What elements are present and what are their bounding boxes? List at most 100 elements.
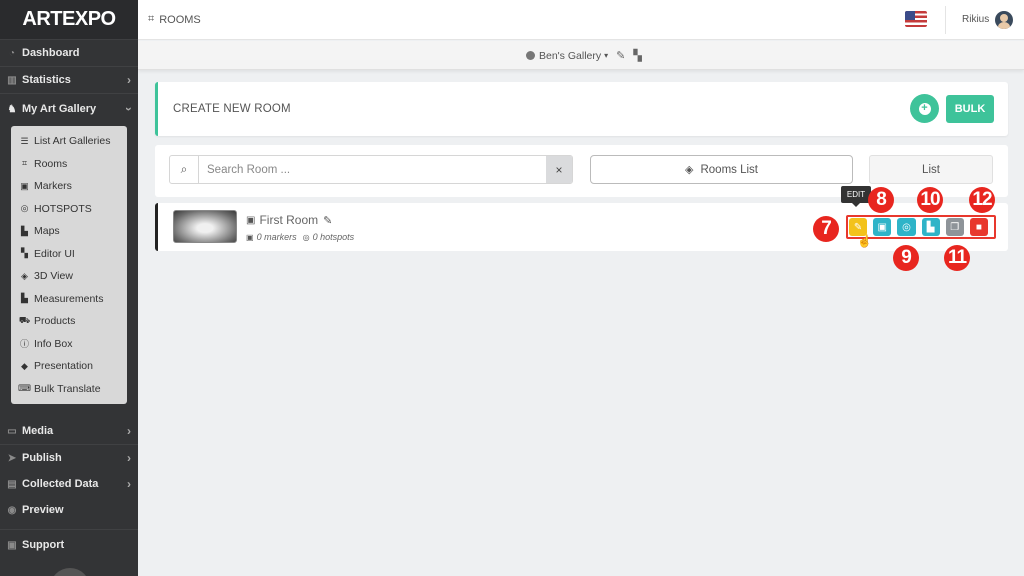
hotspots-button[interactable]: ◎ [897, 218, 916, 236]
gallery-selected-label: Ben's Gallery [539, 49, 602, 62]
sidebar-item-label: Dashboard [22, 47, 80, 59]
target-icon: ◎ [902, 221, 911, 233]
sidebar-collapse-handle[interactable] [50, 568, 90, 576]
chevron-right-icon: › [127, 477, 131, 491]
sidebar-item-my-art-gallery[interactable]: ♞ My Art Gallery › [0, 94, 138, 124]
us-flag-icon[interactable] [905, 11, 927, 27]
sidebar-item-label: Statistics [22, 74, 71, 86]
submenu-label: HOTSPOTS [34, 202, 92, 215]
caret-down-icon: ▾ [604, 51, 609, 60]
markers-count: 0 markers [256, 232, 297, 242]
username[interactable]: Rikius [962, 14, 989, 25]
list-icon: ☰ [20, 135, 29, 146]
sidebar-item-publish[interactable]: ➤ Publish › [0, 445, 138, 471]
duplicate-room-button[interactable]: ❐ [945, 218, 964, 236]
measurements-button[interactable]: ▙ [921, 218, 940, 236]
hotspots-count: 0 hotspots [312, 232, 355, 242]
add-room-button[interactable]: + [910, 94, 939, 123]
dashboard-icon: ◔ [8, 47, 16, 59]
search-box: ⌕ × [169, 155, 573, 184]
breadcrumb-label: ROOMS [159, 13, 201, 26]
submenu-label: Maps [34, 225, 60, 238]
submenu-label: List Art Galleries [34, 135, 111, 148]
chevron-down-icon: › [122, 107, 136, 111]
submenu-label: Products [34, 315, 76, 328]
editor-icon[interactable]: ▚ [633, 49, 641, 62]
rooms-list-button[interactable]: ◈ Rooms List [590, 155, 853, 184]
submenu-item-rooms[interactable]: ⌗ Rooms [11, 153, 127, 176]
clear-search-button[interactable]: × [546, 156, 572, 183]
edit-icon: ✎ [853, 221, 863, 233]
bar-chart-icon: ▥ [7, 74, 17, 86]
support-icon: ▣ [7, 539, 17, 551]
layers-icon: ◈ [685, 164, 694, 176]
app-logo[interactable]: ARTEXPO [0, 0, 138, 40]
pencil-icon[interactable]: ✎ [323, 214, 332, 227]
markers-button[interactable]: ▣ [873, 218, 892, 236]
marker-icon: ▣ [877, 221, 887, 233]
sidebar-item-collected-data[interactable]: ▤ Collected Data › [0, 471, 138, 497]
delete-room-button[interactable]: ■ [969, 218, 989, 236]
submenu-item-markers[interactable]: ▣ Markers [11, 175, 127, 198]
gallery-selector[interactable]: Ben's Gallery ▾ ✎ ▚ [526, 49, 642, 62]
gallery-dot-icon [526, 51, 535, 60]
trash-icon: ■ [975, 221, 982, 233]
plus-icon: + [918, 102, 931, 115]
sidebar-item-preview[interactable]: ◉ Preview [0, 497, 138, 523]
sidebar-item-label: Publish [22, 452, 62, 464]
avatar[interactable] [995, 11, 1013, 29]
eye-icon: ◉ [7, 504, 17, 516]
callout-8: 8 [868, 187, 894, 213]
submenu-item-measurements[interactable]: ▙ Measurements [11, 288, 127, 311]
chevron-right-icon: › [127, 451, 131, 465]
submenu-item-editor-ui[interactable]: ▚ Editor UI [11, 243, 127, 266]
chevron-right-icon: › [127, 424, 131, 438]
marker-icon: ▣ [20, 180, 29, 191]
submenu-label: Measurements [34, 292, 104, 305]
submenu-item-list-art-galleries[interactable]: ☰ List Art Galleries [11, 130, 127, 153]
bulk-button[interactable]: BULK [946, 95, 994, 123]
room-thumbnail[interactable] [173, 210, 237, 243]
sidebar-item-dashboard[interactable]: ◔ Dashboard [0, 40, 138, 66]
submenu-label: 3D View [34, 270, 73, 283]
list-view-button[interactable]: List [869, 155, 993, 184]
cart-icon: ⛟ [18, 315, 31, 326]
submenu-item-bulk-translate[interactable]: ⌨ Bulk Translate [11, 378, 127, 401]
submenu-item-products[interactable]: ⛟ Products [11, 310, 127, 333]
sidebar: ARTEXPO ◔ Dashboard ▥ Statistics › ♞ My … [0, 0, 138, 576]
hand-cursor-icon: ☝ [857, 234, 872, 248]
room-meta: ▣ 0 markers ◎ 0 hotspots [246, 232, 354, 242]
submenu-label: Editor UI [34, 247, 75, 260]
search-input[interactable] [199, 156, 546, 183]
room-name: ▣ First Room ✎ [246, 213, 332, 227]
create-room-card: CREATE NEW ROOM + BULK [155, 82, 1008, 136]
target-icon: ◎ [302, 232, 310, 242]
submenu-item-presentation[interactable]: ◆ Presentation [11, 355, 127, 378]
map-icon: ▙ [21, 225, 28, 236]
ruler-icon: ▙ [926, 221, 935, 233]
sidebar-item-statistics[interactable]: ▥ Statistics › [0, 67, 138, 93]
sidebar-item-media[interactable]: ▭ Media › [0, 418, 138, 444]
sidebar-item-label: My Art Gallery [22, 103, 97, 115]
edit-tooltip: EDIT [841, 186, 871, 207]
callout-7: 7 [813, 216, 839, 242]
submenu-label: Bulk Translate [34, 382, 101, 395]
create-room-title[interactable]: CREATE NEW ROOM [173, 103, 291, 115]
sidebar-item-label: Collected Data [22, 478, 99, 490]
gallery-bar: Ben's Gallery ▾ ✎ ▚ [138, 41, 1024, 70]
room-name-label[interactable]: First Room [259, 213, 318, 227]
copy-icon: ❐ [950, 221, 960, 233]
sidebar-item-support[interactable]: ▣ Support [0, 530, 138, 560]
edit-icon[interactable]: ✎ [616, 49, 625, 62]
submenu-item-info-box[interactable]: ⓘ Info Box [11, 333, 127, 356]
chevron-right-icon: › [127, 73, 131, 87]
submenu-item-hotspots[interactable]: ◎ HOTSPOTS [11, 198, 127, 221]
image-icon: ▣ [246, 214, 256, 226]
info-icon: ⓘ [19, 339, 29, 350]
send-icon: ➤ [7, 452, 17, 464]
submenu-item-maps[interactable]: ▙ Maps [11, 220, 127, 243]
ruler-icon: ▙ [21, 293, 28, 304]
submenu-item-3d-view[interactable]: ◈ 3D View [11, 265, 127, 288]
presentation-icon: ◆ [21, 360, 28, 371]
crop-icon: ⌗ [148, 13, 155, 25]
